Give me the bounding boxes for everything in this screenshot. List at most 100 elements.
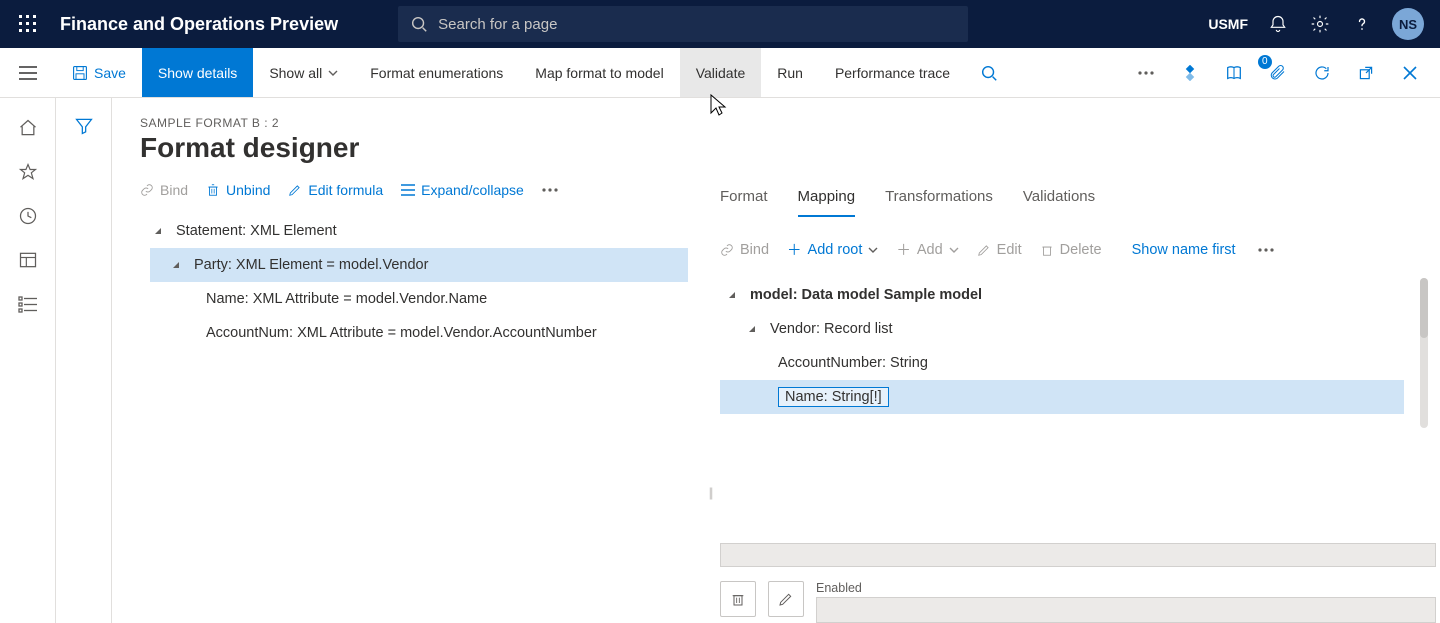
top-header: Finance and Operations Preview USMF NS <box>0 0 1440 48</box>
scrollbar-thumb[interactable] <box>1420 278 1428 338</box>
edit-button[interactable]: Edit <box>977 242 1022 258</box>
tree-row[interactable]: Vendor: Record list <box>720 312 1404 346</box>
right-bind-button[interactable]: Bind <box>720 242 769 258</box>
mapping-tree: model: Data model Sample model Vendor: R… <box>720 278 1404 414</box>
scrollbar[interactable] <box>1420 278 1428 428</box>
add-root-button[interactable]: ＋ Add root <box>787 239 878 260</box>
modules-icon[interactable] <box>16 292 40 316</box>
unbind-label: Unbind <box>226 182 270 198</box>
tab-transformations[interactable]: Transformations <box>885 182 993 217</box>
tab-label: Mapping <box>798 188 856 205</box>
show-name-first-label: Show name first <box>1132 242 1236 258</box>
book-icon[interactable] <box>1220 59 1248 87</box>
tree-row-selected[interactable]: Party: XML Element = model.Vendor <box>150 248 688 282</box>
more-icon[interactable] <box>1132 59 1160 87</box>
tab-validations[interactable]: Validations <box>1023 182 1095 217</box>
validate-button[interactable]: Validate <box>680 48 762 97</box>
unbind-button[interactable]: Unbind <box>206 182 270 198</box>
caret-icon <box>744 324 760 334</box>
filter-column <box>56 98 112 623</box>
nav-toggle-icon[interactable] <box>0 48 56 97</box>
action-bar-right: 0 <box>1132 48 1440 97</box>
tree-row[interactable]: AccountNum: XML Attribute = model.Vendor… <box>150 316 688 350</box>
settings-icon[interactable] <box>1308 12 1332 36</box>
split-handle[interactable]: || <box>700 362 720 623</box>
show-details-button[interactable]: Show details <box>142 48 253 97</box>
chevron-down-icon <box>949 247 959 253</box>
filter-icon[interactable] <box>74 116 94 623</box>
tree-row[interactable]: Statement: XML Element <box>150 214 688 248</box>
performance-trace-button[interactable]: Performance trace <box>819 48 966 97</box>
performance-trace-label: Performance trace <box>835 65 950 81</box>
save-label: Save <box>94 65 126 81</box>
show-details-label: Show details <box>158 65 237 81</box>
pencil-icon <box>977 243 991 257</box>
detail-panel: Enabled <box>720 543 1404 623</box>
delete-button[interactable]: Delete <box>1040 242 1102 258</box>
run-button[interactable]: Run <box>761 48 819 97</box>
favorites-icon[interactable] <box>16 160 40 184</box>
tab-label: Transformations <box>885 188 993 205</box>
tree-row[interactable]: model: Data model Sample model <box>720 278 1404 312</box>
tree-label: Statement: XML Element <box>176 223 337 239</box>
detail-delete-button[interactable] <box>720 581 756 617</box>
recent-icon[interactable] <box>16 204 40 228</box>
map-format-to-model-button[interactable]: Map format to model <box>519 48 679 97</box>
show-name-first-button[interactable]: Show name first <box>1132 242 1236 258</box>
tree-row-selected[interactable]: Name: String[!] <box>720 380 1404 414</box>
diamond-icon[interactable] <box>1176 59 1204 87</box>
tree-label: Name: String[!] <box>778 387 889 407</box>
company-label[interactable]: USMF <box>1208 16 1248 32</box>
tree-label: model: Data model Sample model <box>750 287 982 303</box>
edit-formula-button[interactable]: Edit formula <box>288 182 383 198</box>
left-more-icon[interactable] <box>542 188 558 192</box>
detail-edit-button[interactable] <box>768 581 804 617</box>
home-icon[interactable] <box>16 116 40 140</box>
bind-button[interactable]: Bind <box>140 182 188 198</box>
main-area: SAMPLE FORMAT B : 2 Format designer Bind… <box>112 98 1440 623</box>
bind-label: Bind <box>160 182 188 198</box>
tab-mapping[interactable]: Mapping <box>798 182 856 217</box>
add-label: Add <box>917 242 943 258</box>
format-enumerations-button[interactable]: Format enumerations <box>354 48 519 97</box>
search-input[interactable] <box>438 16 956 33</box>
user-avatar[interactable]: NS <box>1392 8 1424 40</box>
expand-collapse-button[interactable]: Expand/collapse <box>401 182 524 198</box>
tree-row[interactable]: AccountNumber: String <box>720 346 1404 380</box>
save-button[interactable]: Save <box>56 48 142 97</box>
help-icon[interactable] <box>1350 12 1374 36</box>
app-launcher-icon[interactable] <box>8 0 48 48</box>
trash-icon <box>206 183 220 197</box>
notifications-icon[interactable] <box>1266 12 1290 36</box>
right-tabs: Format Mapping Transformations Validatio… <box>720 182 1404 217</box>
add-button[interactable]: ＋ Add <box>896 239 958 260</box>
chevron-down-icon <box>328 70 338 76</box>
tree-label: AccountNumber: String <box>778 355 928 371</box>
map-format-label: Map format to model <box>535 65 663 81</box>
avatar-initials: NS <box>1399 17 1417 32</box>
tab-label: Format <box>720 188 768 205</box>
header-right: USMF NS <box>1208 8 1432 40</box>
global-search[interactable] <box>398 6 968 42</box>
close-icon[interactable] <box>1396 59 1424 87</box>
enabled-field[interactable] <box>816 597 1436 623</box>
show-all-button[interactable]: Show all <box>253 48 354 97</box>
right-toolbar: Bind ＋ Add root ＋ Add Edit <box>720 231 1404 278</box>
tab-format[interactable]: Format <box>720 182 768 217</box>
tree-label: AccountNum: XML Attribute = model.Vendor… <box>206 325 597 341</box>
validate-label: Validate <box>696 65 746 81</box>
add-root-label: Add root <box>808 242 863 258</box>
popout-icon[interactable] <box>1352 59 1380 87</box>
pencil-icon <box>288 183 302 197</box>
edit-formula-label: Edit formula <box>308 182 383 198</box>
search-icon <box>410 15 428 33</box>
workspaces-icon[interactable] <box>16 248 40 272</box>
tree-row[interactable]: Name: XML Attribute = model.Vendor.Name <box>150 282 688 316</box>
tree-label: Vendor: Record list <box>770 321 893 337</box>
app-title: Finance and Operations Preview <box>60 14 338 35</box>
search-icon <box>980 64 998 82</box>
find-button[interactable] <box>966 48 1012 97</box>
attachments-icon[interactable]: 0 <box>1264 59 1292 87</box>
refresh-icon[interactable] <box>1308 59 1336 87</box>
right-more-icon[interactable] <box>1258 248 1274 252</box>
